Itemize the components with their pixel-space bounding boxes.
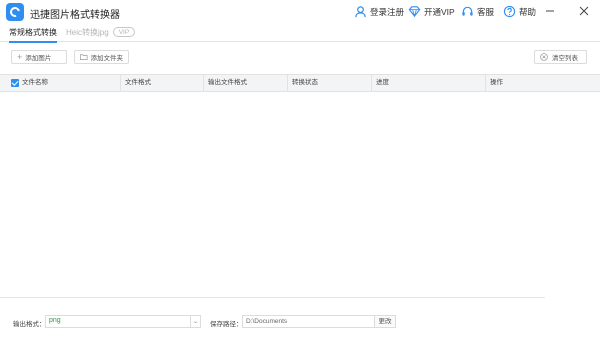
help-label: 帮助 xyxy=(519,6,537,17)
chevron-down-icon: ⌄ xyxy=(190,316,200,327)
open-vip-button[interactable]: 开通VIP xyxy=(408,5,455,18)
folder-icon xyxy=(80,54,88,60)
change-path-button[interactable]: 更改 xyxy=(375,315,396,328)
tab-regular-conversion-label: 常规格式转换 xyxy=(9,28,57,37)
title-bar: 迅捷图片格式转换器 登录注册 开通VIP 客服 帮助 xyxy=(0,0,600,24)
minimize-button[interactable] xyxy=(543,4,557,18)
headset-icon xyxy=(462,6,473,16)
tab-regular-conversion[interactable]: 常规格式转换 xyxy=(9,27,57,43)
tab-heic-to-jpg-label: Heic转换jpg xyxy=(66,28,109,37)
login-register-label: 登录注册 xyxy=(370,6,405,17)
clear-list-button[interactable]: 清空列表 xyxy=(534,50,587,64)
column-progress[interactable]: 进度 xyxy=(372,75,486,91)
login-register-button[interactable]: 登录注册 xyxy=(354,5,404,18)
column-conversion-status[interactable]: 转换状态 xyxy=(288,75,372,91)
add-image-label: 添加图片 xyxy=(25,55,52,62)
output-format-select[interactable]: png ⌄ xyxy=(45,315,201,328)
open-vip-label: 开通VIP xyxy=(424,6,455,17)
output-format-label: 输出格式： xyxy=(13,321,46,328)
user-icon xyxy=(355,6,366,18)
table-header: 文件名称 文件格式 输出文件格式 转换状态 进度 操作 xyxy=(0,74,600,92)
diamond-icon xyxy=(408,6,421,18)
column-file-name[interactable]: 文件名称 xyxy=(18,75,121,91)
output-format-value: png xyxy=(49,317,61,324)
close-button[interactable] xyxy=(577,4,591,18)
clear-icon xyxy=(540,53,548,61)
add-folder-button[interactable]: 添加文件夹 xyxy=(74,50,129,64)
minimize-icon xyxy=(546,10,554,12)
customer-service-button[interactable]: 客服 xyxy=(461,5,494,18)
save-path-input[interactable]: D:\Documents xyxy=(242,315,375,328)
save-path-label: 保存路径： xyxy=(210,321,243,328)
plus-icon: + xyxy=(17,51,23,62)
add-folder-label: 添加文件夹 xyxy=(90,55,124,62)
app-title: 迅捷图片格式转换器 xyxy=(30,10,120,21)
clear-list-label: 清空列表 xyxy=(552,55,578,62)
tab-bar: 常规格式转换 Heic转换jpg VIP xyxy=(0,24,600,43)
help-button[interactable]: 帮助 xyxy=(503,5,536,18)
column-file-format[interactable]: 文件格式 xyxy=(121,75,204,91)
help-icon xyxy=(503,5,516,18)
close-icon xyxy=(579,6,589,16)
file-table: 文件名称 文件格式 输出文件格式 转换状态 进度 操作 xyxy=(0,74,600,92)
add-image-button[interactable]: + 添加图片 xyxy=(11,50,67,64)
column-output-format[interactable]: 输出文件格式 xyxy=(204,75,288,91)
column-actions[interactable]: 操作 xyxy=(486,75,600,91)
vip-badge: VIP xyxy=(112,27,136,37)
customer-service-label: 客服 xyxy=(477,6,495,17)
app-logo-icon xyxy=(6,3,24,21)
tab-heic-to-jpg[interactable]: Heic转换jpg VIP xyxy=(66,27,136,38)
bottom-divider xyxy=(0,297,545,298)
